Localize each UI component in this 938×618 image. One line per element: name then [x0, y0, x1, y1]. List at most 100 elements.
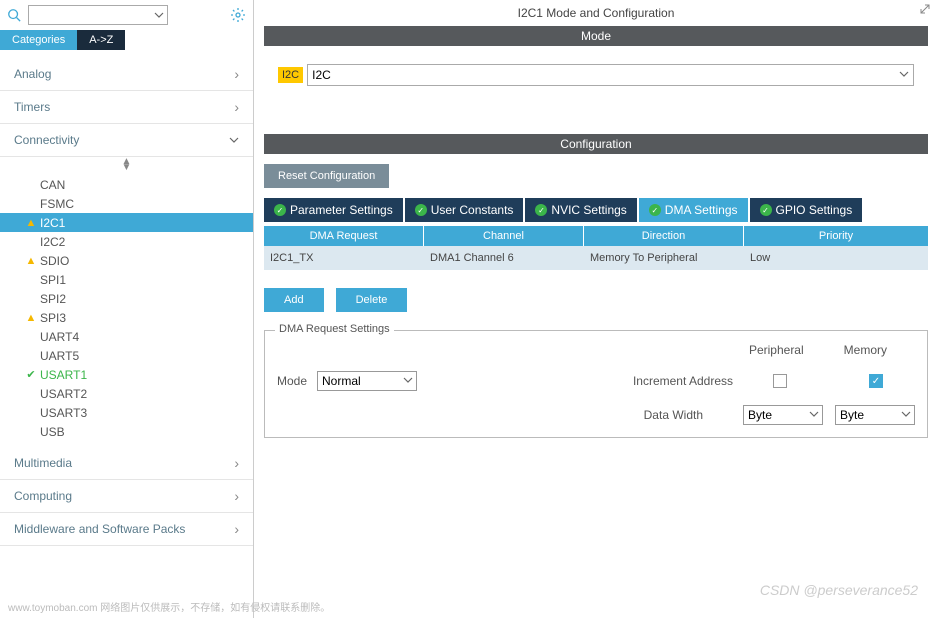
mode-select-value: I2C: [312, 68, 331, 82]
periph-usart2[interactable]: USART2: [0, 384, 253, 403]
col-direction[interactable]: Direction: [584, 226, 744, 246]
chevron-right-icon: ›: [234, 455, 239, 471]
check-icon: ✔: [24, 368, 38, 381]
category-middleware[interactable]: Middleware and Software Packs ›: [0, 513, 253, 546]
chevron-down-icon: [403, 374, 413, 388]
settings-legend: DMA Request Settings: [275, 323, 394, 335]
search-input[interactable]: [28, 5, 168, 25]
cell-dma-request: I2C1_TX: [264, 250, 424, 266]
dma-table-row[interactable]: I2C1_TX DMA1 Channel 6 Memory To Periphe…: [264, 246, 928, 270]
data-width-peripheral-select[interactable]: Byte: [743, 405, 823, 425]
col-channel[interactable]: Channel: [424, 226, 584, 246]
category-connectivity[interactable]: Connectivity: [0, 124, 253, 157]
config-tabs: ✓Parameter Settings ✓User Constants ✓NVI…: [264, 198, 928, 222]
row-mode-increment: Mode Normal Increment Address ✓: [277, 371, 915, 391]
tab-parameter-settings[interactable]: ✓Parameter Settings: [264, 198, 403, 222]
connectivity-items: CAN FSMC ▲I2C1 I2C2 ▲SDIO SPI1 SPI2 ▲SPI…: [0, 173, 253, 447]
chevron-right-icon: ›: [234, 521, 239, 537]
right-panel: I2C1 Mode and Configuration Mode I2C I2C…: [254, 0, 938, 618]
tab-gpio-settings[interactable]: ✓GPIO Settings: [750, 198, 863, 222]
increment-address-label: Increment Address: [633, 374, 733, 388]
chevron-down-icon: [899, 68, 909, 82]
check-circle-icon: ✓: [274, 204, 286, 216]
warning-icon: ▲: [24, 217, 38, 229]
reset-configuration-button[interactable]: Reset Configuration: [264, 164, 389, 188]
settings-column-headers: Peripheral Memory: [277, 343, 915, 357]
periph-spi3[interactable]: ▲SPI3: [0, 308, 253, 327]
check-circle-icon: ✓: [649, 204, 661, 216]
warning-icon: ▲: [24, 255, 38, 267]
tab-dma-settings[interactable]: ✓DMA Settings: [639, 198, 748, 222]
chevron-down-icon: [809, 408, 819, 422]
sort-handle-icon[interactable]: ▲▼: [0, 157, 253, 173]
col-priority[interactable]: Priority: [744, 226, 928, 246]
dma-request-settings-group: DMA Request Settings Peripheral Memory M…: [264, 330, 928, 438]
periph-uart4[interactable]: UART4: [0, 327, 253, 346]
panel-expand-icon[interactable]: [920, 4, 930, 14]
periph-spi1[interactable]: SPI1: [0, 270, 253, 289]
mode-row: I2C I2C: [254, 46, 938, 104]
category-label: Analog: [14, 67, 51, 81]
category-multimedia[interactable]: Multimedia ›: [0, 447, 253, 480]
chevron-down-icon: [229, 132, 239, 148]
category-timers[interactable]: Timers ›: [0, 91, 253, 124]
config-section: Reset Configuration ✓Parameter Settings …: [254, 154, 938, 618]
mode-select[interactable]: I2C: [307, 64, 914, 86]
search-bar: [0, 0, 253, 30]
mode-i2c-label: I2C: [278, 67, 303, 83]
periph-sdio[interactable]: ▲SDIO: [0, 251, 253, 270]
search-icon[interactable]: [4, 5, 24, 25]
periph-i2c1[interactable]: ▲I2C1: [0, 213, 253, 232]
col-memory-label: Memory: [844, 343, 887, 357]
mode-select-dropdown[interactable]: Normal: [317, 371, 417, 391]
add-button[interactable]: Add: [264, 288, 324, 312]
row-data-width: Data Width Byte Byte: [277, 405, 915, 425]
tab-user-constants[interactable]: ✓User Constants: [405, 198, 524, 222]
footer-note: www.toymoban.com 网络图片仅供展示，不存储，如有侵权请联系删除。: [8, 599, 330, 614]
chevron-down-icon: [901, 408, 911, 422]
periph-fsmc[interactable]: FSMC: [0, 194, 253, 213]
data-width-memory-select[interactable]: Byte: [835, 405, 915, 425]
periph-usart3[interactable]: USART3: [0, 403, 253, 422]
panel-title: I2C1 Mode and Configuration: [254, 0, 938, 26]
mode-label: Mode: [277, 374, 317, 388]
config-section-header: Configuration: [264, 134, 928, 154]
tab-nvic-settings[interactable]: ✓NVIC Settings: [525, 198, 636, 222]
delete-button[interactable]: Delete: [336, 288, 408, 312]
cell-channel: DMA1 Channel 6: [424, 250, 584, 266]
col-dma-request[interactable]: DMA Request: [264, 226, 424, 246]
tab-a-to-z[interactable]: A->Z: [77, 30, 125, 50]
periph-i2c2[interactable]: I2C2: [0, 232, 253, 251]
periph-usart1[interactable]: ✔USART1: [0, 365, 253, 384]
view-tabs: Categories A->Z: [0, 30, 253, 50]
chevron-right-icon: ›: [234, 488, 239, 504]
check-circle-icon: ✓: [535, 204, 547, 216]
settings-gear-icon[interactable]: [227, 4, 249, 26]
col-peripheral-label: Peripheral: [749, 343, 804, 357]
category-label: Connectivity: [14, 133, 79, 147]
watermark: CSDN @perseverance52: [760, 582, 918, 598]
chevron-right-icon: ›: [234, 99, 239, 115]
chevron-right-icon: ›: [234, 66, 239, 82]
category-computing[interactable]: Computing ›: [0, 480, 253, 513]
cell-priority: Low: [744, 250, 928, 266]
check-circle-icon: ✓: [760, 204, 772, 216]
category-label: Multimedia: [14, 456, 72, 470]
periph-usb[interactable]: USB: [0, 422, 253, 441]
mode-section-header: Mode: [264, 26, 928, 46]
periph-can[interactable]: CAN: [0, 175, 253, 194]
increment-memory-checkbox[interactable]: ✓: [869, 374, 883, 388]
warning-icon: ▲: [24, 312, 38, 324]
data-width-label: Data Width: [644, 408, 703, 422]
periph-spi2[interactable]: SPI2: [0, 289, 253, 308]
category-label: Computing: [14, 489, 72, 503]
increment-peripheral-checkbox[interactable]: [773, 374, 787, 388]
category-label: Timers: [14, 100, 50, 114]
dma-button-row: Add Delete: [264, 288, 928, 312]
tab-categories[interactable]: Categories: [0, 30, 77, 50]
cell-direction: Memory To Peripheral: [584, 250, 744, 266]
category-analog[interactable]: Analog ›: [0, 58, 253, 91]
dma-table: DMA Request Channel Direction Priority I…: [264, 226, 928, 270]
periph-uart5[interactable]: UART5: [0, 346, 253, 365]
dma-table-header: DMA Request Channel Direction Priority: [264, 226, 928, 246]
